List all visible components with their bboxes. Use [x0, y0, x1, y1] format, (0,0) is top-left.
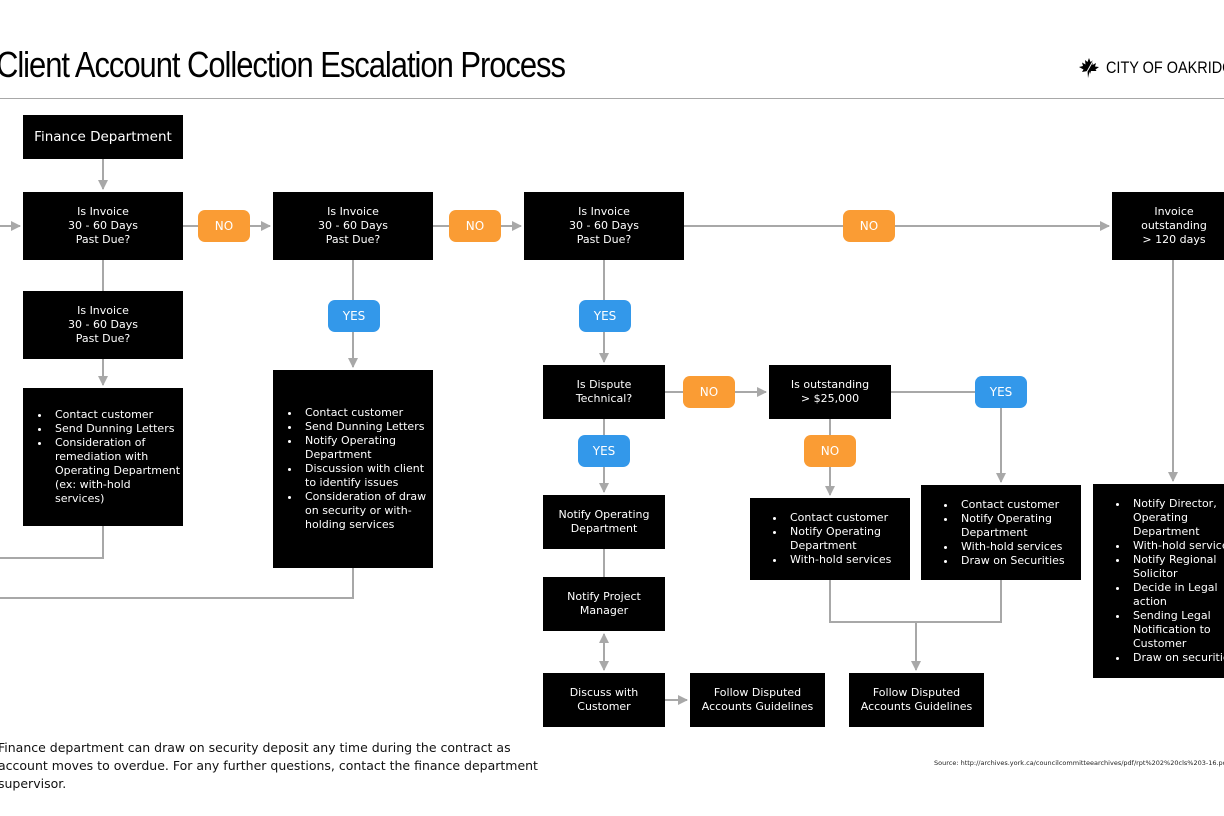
no-badge: NO — [843, 210, 895, 242]
yes-badge: YES — [579, 300, 631, 332]
node-line: Is Invoice — [77, 304, 129, 317]
node-follow-guidelines-1: Follow Disputed Accounts Guidelines — [690, 673, 825, 727]
node-line: Discuss with — [569, 686, 639, 699]
node-finance-department: Finance Department — [23, 115, 183, 159]
no-badge: NO — [198, 210, 250, 242]
node-line: > 120 days — [1142, 233, 1206, 246]
node-line: Is Invoice — [327, 205, 379, 218]
node-invoice-30-60-check-2: Is Invoice 30 - 60 Days Past Due? — [273, 192, 433, 260]
node-line: Past Due? — [75, 233, 131, 246]
edge-stage1-loop — [0, 526, 104, 559]
node-invoice-30-60-check-3: Is Invoice 30 - 60 Days Past Due? — [524, 192, 684, 260]
edge-stage2-loop — [0, 568, 354, 599]
node-line: Is Invoice — [578, 205, 630, 218]
action-item: With-hold services — [1129, 539, 1224, 553]
node-line: 30 - 60 Days — [318, 219, 388, 232]
node-line: Manager — [579, 604, 629, 617]
node-outstanding-25k: Is outstanding > $25,000 — [769, 365, 891, 419]
action-item: Send Dunning Letters — [51, 422, 183, 436]
action-list: Contact customer Notify Operating Depart… — [921, 498, 1081, 568]
node-line: Technical? — [575, 392, 633, 405]
node-stage2-actions: Contact customer Send Dunning Letters No… — [273, 370, 433, 568]
yes-badge: YES — [328, 300, 380, 332]
source-citation: Source: http://archives.york.ca/councilc… — [934, 759, 1224, 767]
node-line: Accounts Guidelines — [860, 700, 973, 713]
action-item: Consideration of draw on security or wit… — [301, 490, 433, 532]
node-invoice-over-120: Invoice outstanding > 120 days — [1112, 192, 1224, 260]
action-item: Contact customer — [51, 408, 183, 422]
node-over-25k-actions: Contact customer Notify Operating Depart… — [921, 485, 1081, 580]
node-line: 30 - 60 Days — [68, 318, 138, 331]
action-list: Contact customer Notify Operating Depart… — [750, 511, 910, 567]
node-follow-guidelines-2: Follow Disputed Accounts Guidelines — [849, 673, 984, 727]
action-item: Contact customer — [957, 498, 1081, 512]
yes-badge: YES — [975, 376, 1027, 408]
node-line: Notify Operating — [558, 508, 650, 521]
node-line: Accounts Guidelines — [701, 700, 814, 713]
yes-badge: YES — [578, 435, 630, 467]
action-item: Notify Director, Operating Department — [1129, 497, 1224, 539]
node-line: Invoice — [1154, 205, 1194, 218]
action-item: Draw on Securities — [957, 554, 1081, 568]
action-item: With-hold services — [786, 553, 910, 567]
node-line: Customer — [577, 700, 631, 713]
node-notify-project-manager: Notify Project Manager — [543, 577, 665, 631]
action-item: Sending Legal Notification to Customer — [1129, 609, 1224, 651]
action-item: Notify Regional Solicitor — [1129, 553, 1224, 581]
node-line: 30 - 60 Days — [68, 219, 138, 232]
no-badge: NO — [683, 376, 735, 408]
node-line: Past Due? — [576, 233, 632, 246]
action-item: Discussion with client to identify issue… — [301, 462, 433, 490]
action-item: Draw on securities — [1129, 651, 1224, 665]
action-list: Contact customer Send Dunning Letters No… — [273, 406, 433, 532]
node-discuss-customer: Discuss with Customer — [543, 673, 665, 727]
node-line: Department — [570, 522, 638, 535]
node-line: outstanding — [1141, 219, 1207, 232]
node-line: > $25,000 — [800, 392, 860, 405]
action-item: Send Dunning Letters — [301, 420, 433, 434]
footer-note: Finance department can draw on security … — [0, 740, 538, 791]
node-line: Notify Project — [567, 590, 641, 603]
action-list: Notify Director, Operating Department Wi… — [1093, 497, 1224, 665]
action-item: Consideration of remediation with Operat… — [51, 436, 183, 506]
action-item: Notify Operating Department — [957, 512, 1081, 540]
node-line: Follow Disputed — [713, 686, 802, 699]
node-line: Past Due? — [75, 332, 131, 345]
node-stage1-actions: Contact customer Send Dunning Letters Co… — [23, 388, 183, 526]
node-line: Is Invoice — [77, 205, 129, 218]
node-line: Is outstanding — [790, 378, 870, 391]
node-label: Finance Department — [34, 129, 172, 145]
action-item: With-hold services — [957, 540, 1081, 554]
action-item: Notify Operating Department — [786, 525, 910, 553]
no-badge: NO — [804, 435, 856, 467]
action-item: Decide in Legal action — [1129, 581, 1224, 609]
node-over-120-actions: Notify Director, Operating Department Wi… — [1093, 484, 1224, 678]
action-item: Notify Operating Department — [301, 434, 433, 462]
action-item: Contact customer — [301, 406, 433, 420]
action-item: Contact customer — [786, 511, 910, 525]
no-badge: NO — [449, 210, 501, 242]
node-line: 30 - 60 Days — [569, 219, 639, 232]
node-under-25k-actions: Contact customer Notify Operating Depart… — [750, 498, 910, 580]
node-line: Is Dispute — [576, 378, 632, 391]
node-line: Past Due? — [325, 233, 381, 246]
node-line: Follow Disputed — [872, 686, 961, 699]
edge-under25k-merge — [829, 580, 1002, 623]
node-notify-operating: Notify Operating Department — [543, 495, 665, 549]
node-invoice-30-60-check-1: Is Invoice 30 - 60 Days Past Due? — [23, 192, 183, 260]
node-invoice-30-60-check-1b: Is Invoice 30 - 60 Days Past Due? — [23, 291, 183, 359]
action-list: Contact customer Send Dunning Letters Co… — [23, 408, 183, 506]
node-dispute-technical: Is Dispute Technical? — [543, 365, 665, 419]
